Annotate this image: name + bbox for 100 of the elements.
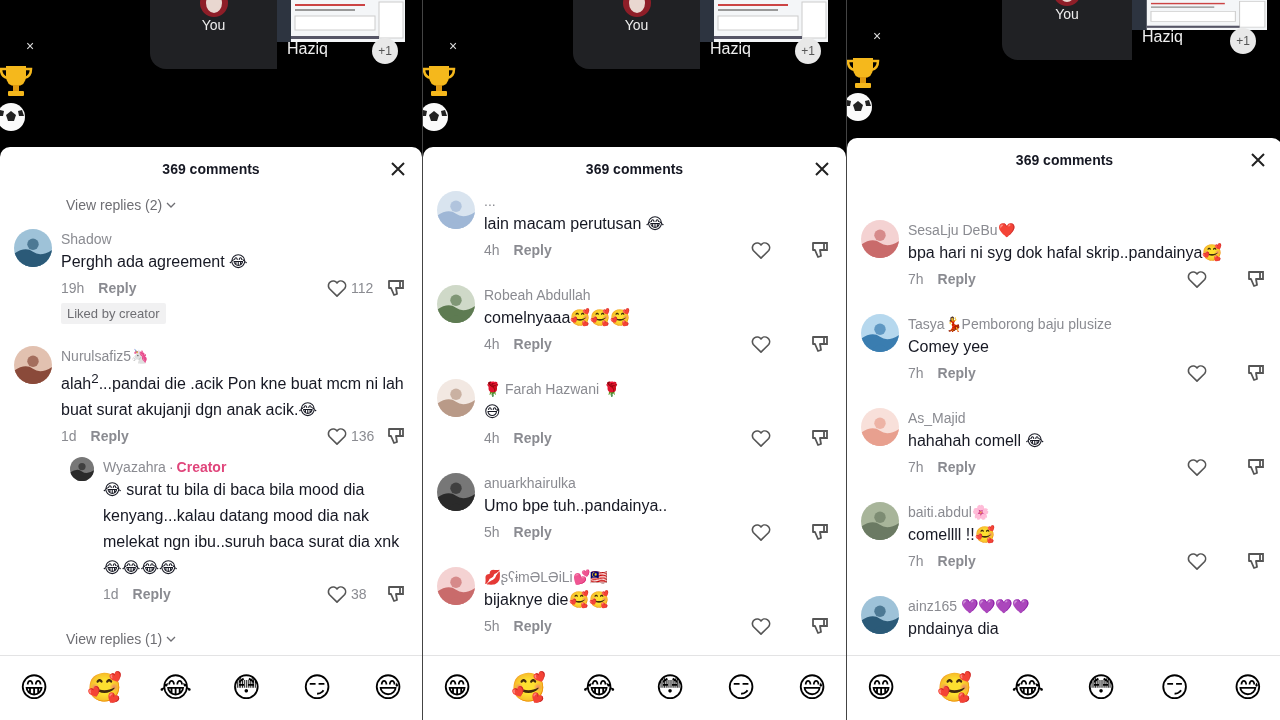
thumbs-down-icon[interactable] (810, 240, 830, 260)
emoji-button[interactable]: 😂 (1007, 668, 1048, 708)
screen-share-preview[interactable] (1132, 0, 1267, 30)
emoji-button[interactable]: 😅 (368, 668, 408, 708)
heart-icon[interactable] (750, 428, 772, 448)
thumbs-down-icon[interactable] (1246, 363, 1266, 383)
reply-button[interactable]: Reply (937, 459, 976, 475)
like-count: 112 (351, 280, 374, 296)
thumbs-down-icon[interactable] (810, 334, 830, 354)
reply-button[interactable]: Reply (513, 430, 552, 446)
thumbs-down-icon[interactable] (1246, 269, 1266, 289)
trophy-icon (0, 63, 34, 99)
heart-icon[interactable] (1186, 269, 1208, 289)
emoji-button[interactable]: 😏 (1154, 668, 1195, 708)
author-name[interactable]: 💋ʂʕɨmƏLƏiLi💕🇲🇾 (484, 569, 607, 585)
emoji-button[interactable]: 😳 (1081, 668, 1122, 708)
close-button[interactable]: × (445, 38, 462, 54)
reply-button[interactable]: Reply (513, 524, 552, 540)
comment-text: comelnyaaa🥰🥰🥰 (484, 307, 632, 329)
reply-button[interactable]: Reply (98, 280, 137, 296)
view-replies-button[interactable]: View replies (2) (66, 195, 177, 215)
author-name[interactable]: SesaLju DeBu❤ (908, 222, 1015, 238)
separator-dot: · (168, 459, 174, 476)
timestamp: 7h (908, 553, 924, 569)
thumbs-down-icon[interactable] (810, 522, 830, 542)
emoji-button[interactable]: 😁 (437, 668, 477, 708)
author-name[interactable]: As_Majid (908, 410, 966, 426)
screen-share-preview[interactable] (700, 0, 828, 42)
reply-button[interactable]: Reply (90, 428, 129, 445)
trophy-icon (423, 63, 457, 99)
more-participants-badge[interactable]: +1 (1230, 28, 1256, 54)
timestamp: 19h (61, 280, 85, 296)
thumbs-down-icon[interactable] (386, 426, 406, 447)
participant-tile[interactable]: You (150, 0, 277, 69)
more-participants-badge[interactable]: +1 (795, 38, 821, 64)
heart-icon[interactable] (750, 616, 772, 636)
thumbs-down-icon[interactable] (1246, 457, 1266, 477)
like-count: 38 (351, 586, 367, 603)
reply-button[interactable]: Reply (513, 336, 552, 352)
heart-icon[interactable] (326, 426, 348, 447)
timestamp: 4h (484, 430, 500, 446)
author-name[interactable]: Shadow (61, 231, 112, 247)
emoji-button[interactable]: 😂 (155, 668, 196, 708)
author-name[interactable]: Tasya💃Pemborong baju plusize (908, 316, 1112, 332)
author-name[interactable]: ainz165 💜💜💜💜 (908, 598, 1029, 614)
author-name[interactable]: 🌹 Farah Hazwani 🌹 (484, 381, 620, 397)
comment-text: 😂 surat tu bila di baca bila mood dia kenyang...kalau datang mood dia nak melekat ngn ibu..suruh baca surat dia xnk😂😂😂😂 (103, 480, 401, 579)
close-button[interactable]: × (869, 28, 886, 44)
thumbs-down-icon[interactable] (810, 428, 830, 448)
author-name[interactable]: ... (484, 193, 496, 209)
author-name[interactable]: Nurulsafiz5🦄 (61, 348, 149, 364)
thumbs-down-icon[interactable] (386, 584, 406, 605)
thumbs-down-icon[interactable] (810, 616, 830, 636)
reply-button[interactable]: Reply (937, 365, 976, 381)
emoji-button[interactable]: 😁 (14, 668, 54, 708)
heart-icon[interactable] (326, 584, 348, 605)
participant-name: You (624, 17, 649, 33)
heart-icon[interactable] (750, 334, 772, 354)
emoji-button[interactable]: 😅 (792, 668, 832, 708)
emoji-button[interactable]: 😅 (1227, 668, 1268, 708)
participant-tile[interactable]: You (573, 0, 700, 69)
heart-icon[interactable] (1186, 457, 1208, 477)
reply-button[interactable]: Reply (937, 271, 976, 287)
timestamp: 1d (61, 428, 77, 445)
thumbs-down-icon[interactable] (386, 278, 406, 298)
comments-count-title: 369 comments (162, 161, 260, 177)
participant-tile[interactable]: You (1002, 0, 1132, 60)
heart-icon[interactable] (1186, 551, 1208, 571)
heart-icon[interactable] (326, 278, 348, 298)
timestamp: 4h (484, 336, 500, 352)
close-button[interactable]: × (22, 38, 39, 54)
author-name[interactable]: anuarkhairulka (484, 475, 576, 491)
emoji-button[interactable]: 😁 (861, 668, 901, 708)
heart-icon[interactable] (1186, 363, 1208, 383)
comment-text: Umo bpe tuh..pandainya.. (484, 496, 669, 516)
reply-button[interactable]: Reply (513, 618, 552, 634)
participant-name: Haziq (287, 40, 328, 58)
heart-icon[interactable] (750, 522, 772, 542)
chevron-down-icon (166, 636, 177, 643)
timestamp: 7h (908, 271, 924, 287)
author-name[interactable]: Wyazahra (103, 459, 166, 476)
heart-icon[interactable] (750, 240, 772, 260)
emoji-button[interactable]: 😏 (297, 668, 338, 708)
more-participants-badge[interactable]: +1 (372, 38, 398, 64)
screen-share-preview[interactable] (277, 0, 405, 42)
author-name[interactable]: Robeah Abdullah (484, 287, 591, 303)
emoji-button[interactable]: 😂 (579, 668, 619, 708)
view-replies-button[interactable]: View replies (1) (66, 629, 177, 650)
emoji-button[interactable]: 😏 (721, 668, 761, 708)
thumbs-down-icon[interactable] (1246, 551, 1266, 571)
emoji-button[interactable]: 😳 (226, 668, 267, 708)
reply-button[interactable]: Reply (937, 553, 976, 569)
participant-name: Haziq (710, 40, 751, 58)
comment-text: bijaknye die🥰🥰 (484, 589, 610, 611)
reply-button[interactable]: Reply (513, 242, 552, 258)
like-count: 136 (351, 428, 375, 445)
reply-button[interactable]: Reply (132, 586, 171, 603)
timestamp: 5h (484, 524, 500, 540)
author-name[interactable]: baiti.abdul🌸 (908, 504, 989, 520)
emoji-button[interactable]: 😳 (650, 668, 690, 708)
